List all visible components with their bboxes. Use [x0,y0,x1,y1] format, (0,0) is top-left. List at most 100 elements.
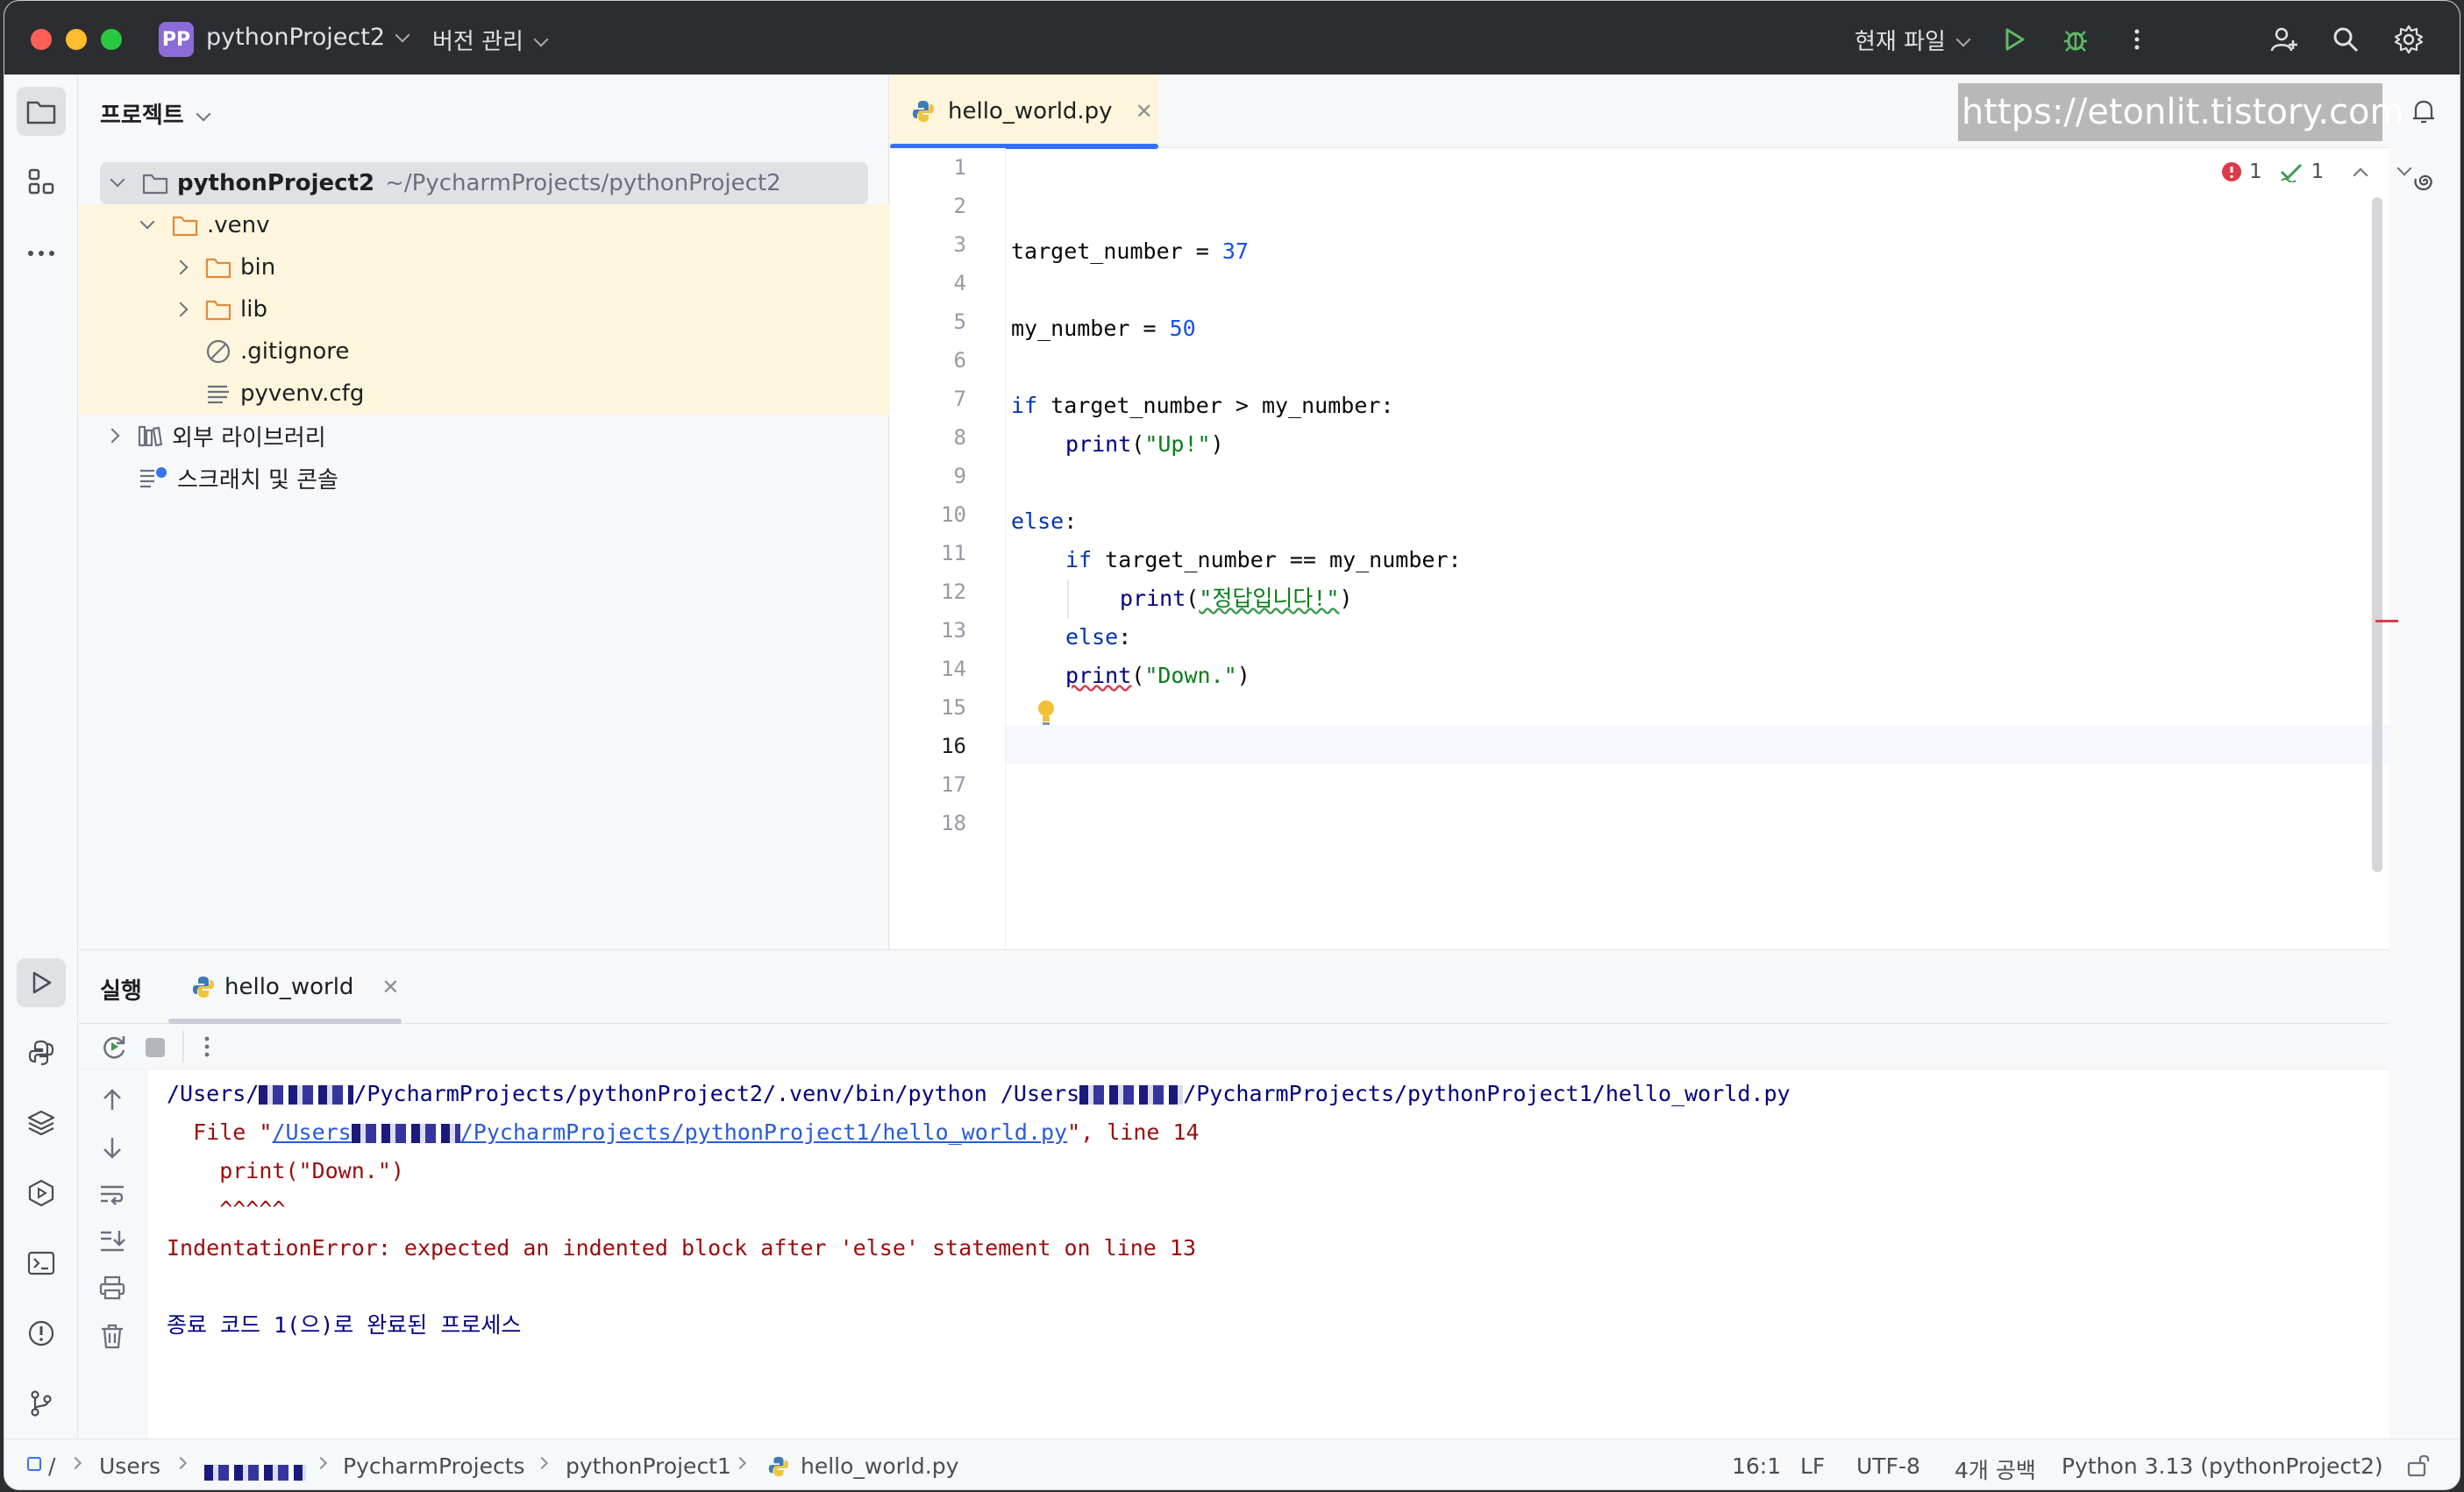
git-button[interactable] [17,1379,66,1428]
tree-item-gitignore[interactable]: .gitignore [79,330,889,373]
unlock-icon[interactable] [2405,1452,2432,1478]
line-number: 4 [953,271,966,295]
run-tab-hello-world[interactable]: hello_world ✕ [191,970,400,1005]
console-line-error: IndentationError: expected an indented b… [167,1235,1196,1261]
git-branch-icon [31,1390,52,1417]
project-switcher[interactable]: pythonProject2 [206,24,410,51]
arrow-down-icon[interactable] [100,1134,125,1161]
line-number-gutter[interactable]: 1 2 3 4 5 6 7 8 9 10 11 12 13 14 15 16 1… [890,148,1006,949]
services-icon [28,1179,54,1207]
python-console-button[interactable] [17,1028,66,1077]
trash-icon[interactable] [98,1322,126,1350]
breadcrumb-users[interactable]: Users [99,1453,160,1479]
more-vertical-icon[interactable] [196,1034,217,1059]
problems-button[interactable] [17,1309,66,1358]
tree-item-bin[interactable]: bin [79,246,889,288]
file-encoding[interactable]: UTF-8 [1856,1453,1920,1479]
breadcrumb-project[interactable]: pythonProject1 [566,1453,731,1479]
notifications-button[interactable] [2399,87,2448,136]
python-icon [28,1040,54,1066]
chevron-down-icon[interactable] [2396,160,2412,176]
minimize-window-button[interactable] [66,29,87,50]
gear-icon [2394,25,2424,54]
editor-scrollbar[interactable] [2372,197,2382,872]
chevron-right-icon[interactable] [173,259,189,275]
chevron-down-icon [1955,32,1971,47]
more-actions-button[interactable] [2118,20,2156,59]
tree-item-lib[interactable]: lib [79,288,889,330]
search-everywhere-button[interactable] [2326,20,2365,59]
folder-icon [205,258,231,279]
tab-label: hello_world.py [948,98,1113,124]
maximize-window-button[interactable] [101,29,122,50]
tree-item-label: .venv [207,212,270,238]
console-line-exit: 종료 코드 1(으)로 완료된 프로세스 [167,1312,522,1338]
tree-item-root[interactable]: pythonProject2 ~/PycharmProjects/pythonP… [100,162,868,204]
tree-item-label: pyvenv.cfg [240,380,365,407]
print-icon[interactable] [98,1275,126,1301]
line-separator[interactable]: LF [1800,1453,1825,1479]
debug-button[interactable] [2056,20,2095,59]
arrow-up-icon[interactable] [100,1087,125,1113]
code-with-me-button[interactable] [2265,20,2304,59]
chevron-down-icon[interactable] [139,214,155,230]
editor-tab-hello-world[interactable]: hello_world.py ✕ [890,75,1158,149]
tree-item-label: lib [240,296,267,323]
rerun-icon[interactable] [100,1033,128,1061]
breadcrumb-file[interactable]: hello_world.py [767,1453,958,1479]
breadcrumb-separator-icon [314,1456,328,1470]
project-root-icon[interactable] [27,1457,41,1471]
lightbulb-icon[interactable] [1036,699,1057,727]
scroll-to-end-icon[interactable] [98,1227,126,1254]
line-number: 1 [953,155,966,180]
breadcrumb-separator-icon [174,1456,188,1470]
services-button[interactable] [17,1169,66,1218]
terminal-button[interactable] [17,1239,66,1288]
more-tools-button[interactable] [17,229,66,278]
breadcrumb-file-label: hello_world.py [801,1453,959,1479]
toolbar-divider [182,1031,184,1062]
line-number: 2 [953,194,966,218]
stop-icon[interactable] [146,1038,165,1057]
code-editor[interactable]: target_number = 37 my_number = 50 if tar… [1011,148,2379,949]
console-line-caret: ^^^^^ [167,1197,286,1222]
error-stripe-marker[interactable] [2375,620,2398,622]
settings-button[interactable] [2389,20,2428,59]
tree-item-pyvenv[interactable]: pyvenv.cfg [79,373,889,415]
chevron-down-icon[interactable] [110,172,125,188]
run-tool-button[interactable] [17,958,66,1007]
interpreter-selector[interactable]: Python 3.13 (pythonProject2) [2062,1453,2383,1479]
project-badge[interactable]: PP [159,22,194,57]
chevron-right-icon[interactable] [173,302,189,317]
caret-position[interactable]: 16:1 [1732,1453,1781,1479]
console-line-command: /Users//PycharmProjects/pythonProject2/.… [167,1081,1791,1106]
title-bar: PP pythonProject2 버전 관리 현재 파일 [4,1,2460,75]
project-tool-button[interactable] [17,87,66,136]
close-tab-icon[interactable]: ✕ [1136,99,1153,124]
soft-wrap-icon[interactable] [98,1182,126,1208]
chevron-right-icon[interactable] [104,428,120,444]
traceback-link[interactable]: /Users/PycharmProjects/pythonProject1/he… [272,1119,1067,1145]
tree-item-venv[interactable]: .venv [79,204,889,246]
run-button[interactable] [1995,20,2033,59]
breadcrumb-root[interactable]: / [48,1453,55,1479]
vcs-menu[interactable]: 버전 관리 [432,24,549,56]
redacted-text [204,1465,306,1481]
python-file-icon [193,977,214,998]
spiral-icon [2414,174,2432,191]
tree-item-external-libs[interactable]: 외부 라이브러리 [79,415,889,457]
run-config-selector[interactable]: 현재 파일 [1855,24,1971,56]
close-tab-icon[interactable]: ✕ [381,975,399,999]
tree-item-scratches[interactable]: 스크래치 및 콘솔 [79,457,889,499]
structure-tool-button[interactable] [17,157,66,206]
indent-setting[interactable]: 4개 공백 [1955,1453,2036,1485]
panel-title-text: 프로젝트 [100,103,184,129]
right-tool-strip [2388,75,2460,1439]
close-window-button[interactable] [31,29,52,50]
scratch-icon [140,467,167,488]
python-packages-button[interactable] [17,1098,66,1147]
breadcrumb-pycharmprojects[interactable]: PycharmProjects [343,1453,525,1479]
tree-item-label: pythonProject2 [177,170,375,196]
tree-item-label: .gitignore [240,338,350,365]
project-panel-title[interactable]: 프로젝트 [100,97,211,130]
